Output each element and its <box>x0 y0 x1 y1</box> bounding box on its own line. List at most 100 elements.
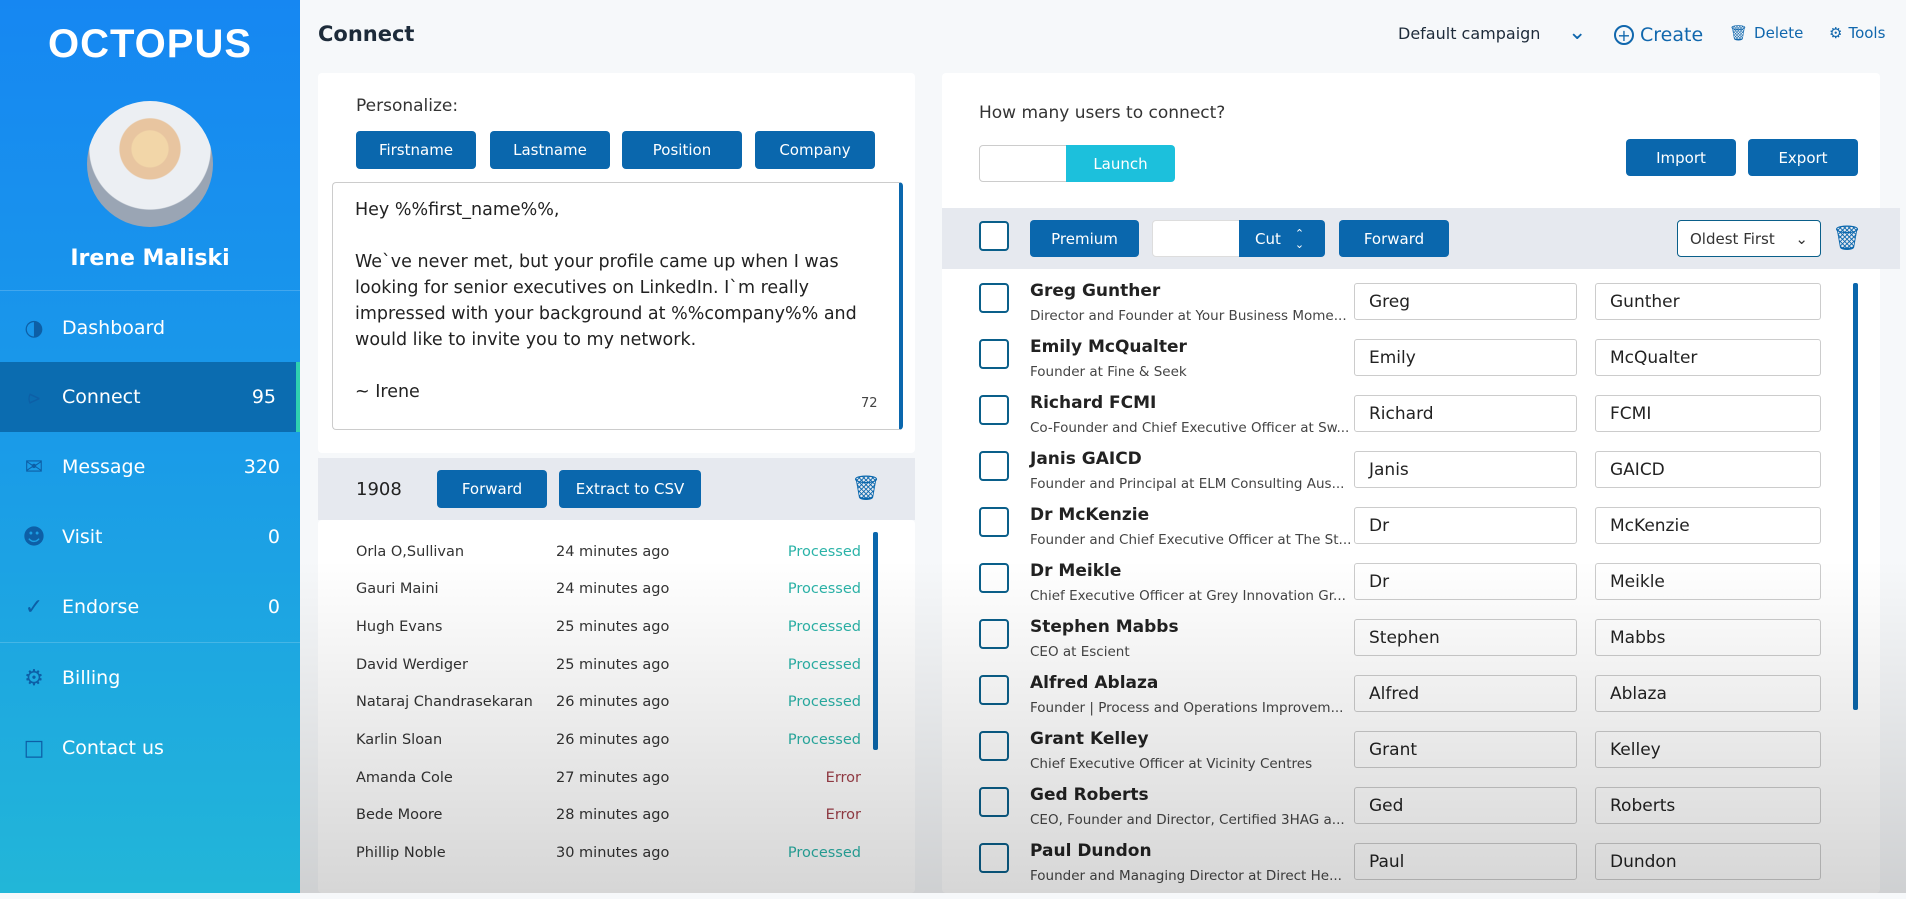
last-name-input[interactable]: Mabbs <box>1595 619 1821 656</box>
sort-select[interactable]: Oldest First ⌄ <box>1677 220 1821 257</box>
last-name-input[interactable]: Kelley <box>1595 731 1821 768</box>
list-item: Hugh Evans 25 minutes ago Processed <box>356 608 861 645</box>
premium-button[interactable]: Premium <box>1030 220 1139 257</box>
status-badge: Error <box>825 769 861 786</box>
last-name-input[interactable]: McKenzie <box>1595 507 1821 544</box>
queue-scrollbar[interactable] <box>873 532 878 750</box>
last-name-input[interactable]: McQualter <box>1595 339 1821 376</box>
timestamp: 24 minutes ago <box>556 581 670 598</box>
create-button[interactable]: + Create <box>1614 24 1703 46</box>
sidebar-item-count: 0 <box>267 596 280 618</box>
users-icon: ☻ <box>22 524 46 550</box>
row-checkbox[interactable] <box>979 395 1009 425</box>
row-checkbox[interactable] <box>979 283 1009 313</box>
stepper-icon[interactable]: ⌃ ⌄ <box>1295 228 1304 250</box>
sidebar: OCTOPUS Irene Maliski ◑ Dashboard ⪧ Connect… <box>0 0 300 893</box>
row-checkbox[interactable] <box>979 507 1009 537</box>
export-button[interactable]: Export <box>1748 139 1858 176</box>
octopus-logo[interactable]: OCTOPUS <box>0 22 300 67</box>
sidebar-item-label: Visit <box>62 526 103 548</box>
last-name-input[interactable]: Meikle <box>1595 563 1821 600</box>
list-item: Phillip Noble 30 minutes ago Processed <box>356 835 861 872</box>
trash-icon[interactable]: 🗑 <box>1832 224 1862 252</box>
first-name-input[interactable]: Greg <box>1354 283 1577 320</box>
first-name-input[interactable]: Janis <box>1354 451 1577 488</box>
first-name-input[interactable]: Paul <box>1354 843 1577 880</box>
table-row: Alfred Ablaza Founder | Process and Opera… <box>979 673 1821 731</box>
sidebar-item-label: Contact us <box>62 737 164 759</box>
first-name-input[interactable]: Dr <box>1354 563 1577 600</box>
char-count: 72 <box>861 396 878 411</box>
mail-icon: ✉ <box>24 454 44 480</box>
message-textarea[interactable]: Hey %%first_name%%, We`ve never met, but… <box>332 182 903 430</box>
first-name-input[interactable]: Grant <box>1354 731 1577 768</box>
sidebar-item-message[interactable]: ✉ Message 320 <box>0 432 300 502</box>
person-name: Dr McKenzie <box>1030 505 1150 525</box>
table-row: Stephen Mabbs CEO at Escient Stephen Mabbs <box>979 617 1821 675</box>
row-checkbox[interactable] <box>979 339 1009 369</box>
sidebar-item-endorse[interactable]: ✓ Endorse 0 <box>0 572 300 642</box>
tools-button[interactable]: ⚙ Tools <box>1829 24 1885 42</box>
select-all-checkbox[interactable] <box>979 221 1009 251</box>
status-badge: Processed <box>787 694 861 711</box>
row-checkbox[interactable] <box>979 563 1009 593</box>
table-row: Janis GAICD Founder and Principal at ELM … <box>979 449 1821 507</box>
last-name-input[interactable]: FCMI <box>1595 395 1821 432</box>
last-name-input[interactable]: Gunther <box>1595 283 1821 320</box>
contact-name: Orla O,Sullivan <box>356 543 465 560</box>
connect-count-input[interactable] <box>979 145 1067 182</box>
last-name-input[interactable]: GAICD <box>1595 451 1821 488</box>
gear-icon: ⚙ <box>1829 24 1843 42</box>
person-title: Director and Founder at Your Business Mo… <box>1030 308 1347 324</box>
import-button[interactable]: Import <box>1626 139 1736 176</box>
trash-icon[interactable]: 🗑 <box>851 474 881 502</box>
first-name-input[interactable]: Richard <box>1354 395 1577 432</box>
row-checkbox[interactable] <box>979 451 1009 481</box>
last-name-input[interactable]: Roberts <box>1595 787 1821 824</box>
sidebar-item-billing[interactable]: ⚙ Billing <box>0 643 300 713</box>
people-scrollbar[interactable] <box>1853 283 1858 710</box>
timestamp: 26 minutes ago <box>556 732 670 748</box>
cut-input[interactable] <box>1152 220 1240 257</box>
row-checkbox[interactable] <box>979 731 1009 761</box>
last-name-input[interactable]: Ablaza <box>1595 675 1821 712</box>
campaign-select[interactable]: Default campaign <box>1398 24 1540 43</box>
row-checkbox[interactable] <box>979 675 1009 705</box>
sidebar-item-contact-us[interactable]: □ Contact us <box>0 713 300 783</box>
chevron-down-icon[interactable]: ⌄ <box>1568 20 1586 45</box>
first-name-input[interactable]: Dr <box>1354 507 1577 544</box>
forward-button[interactable]: Forward <box>437 470 547 508</box>
sidebar-item-connect[interactable]: ⪧ Connect 95 <box>0 362 300 432</box>
campaign-value: Default campaign <box>1398 24 1541 43</box>
row-checkbox[interactable] <box>979 787 1009 817</box>
first-name-input[interactable]: Ged <box>1354 787 1577 824</box>
timestamp: 30 minutes ago <box>556 845 670 862</box>
gear-icon: ⚙ <box>24 665 44 691</box>
forward-button[interactable]: Forward <box>1339 220 1449 257</box>
row-checkbox[interactable] <box>979 619 1009 649</box>
table-row: Emily McQualter Founder at Fine & Seek Emi… <box>979 337 1821 395</box>
personalize-lastname-button[interactable]: Lastname <box>490 131 610 169</box>
cut-button[interactable]: Cut ⌃ ⌄ <box>1239 220 1325 257</box>
status-badge: Processed <box>787 656 861 673</box>
sort-value: Oldest First <box>1690 229 1775 248</box>
delete-button[interactable]: 🗑 Delete <box>1729 24 1803 42</box>
table-row: Dr McKenzie Founder and Chief Executive O… <box>979 505 1821 563</box>
contact-name: Hugh Evans <box>356 618 443 635</box>
last-name-input[interactable]: Dundon <box>1595 843 1821 880</box>
personalize-company-button[interactable]: Company <box>755 131 875 169</box>
first-name-input[interactable]: Emily <box>1354 339 1577 376</box>
contact-name: Nataraj Chandrasekaran <box>356 694 533 711</box>
first-name-input[interactable]: Alfred <box>1354 675 1577 712</box>
sidebar-item-visit[interactable]: ☻ Visit 0 <box>0 502 300 572</box>
chevron-down-icon: ⌄ <box>1795 229 1808 248</box>
extract-csv-button[interactable]: Extract to CSV <box>559 470 701 508</box>
person-name: Grant Kelley <box>1030 729 1149 749</box>
personalize-firstname-button[interactable]: Firstname <box>356 131 476 169</box>
first-name-input[interactable]: Stephen <box>1354 619 1577 656</box>
personalize-position-button[interactable]: Position <box>622 131 742 169</box>
sidebar-item-dashboard[interactable]: ◑ Dashboard <box>0 293 300 363</box>
person-title: Chief Executive Officer at Vicinity Cent… <box>1030 756 1313 772</box>
launch-button[interactable]: Launch <box>1066 145 1175 182</box>
row-checkbox[interactable] <box>979 843 1009 873</box>
